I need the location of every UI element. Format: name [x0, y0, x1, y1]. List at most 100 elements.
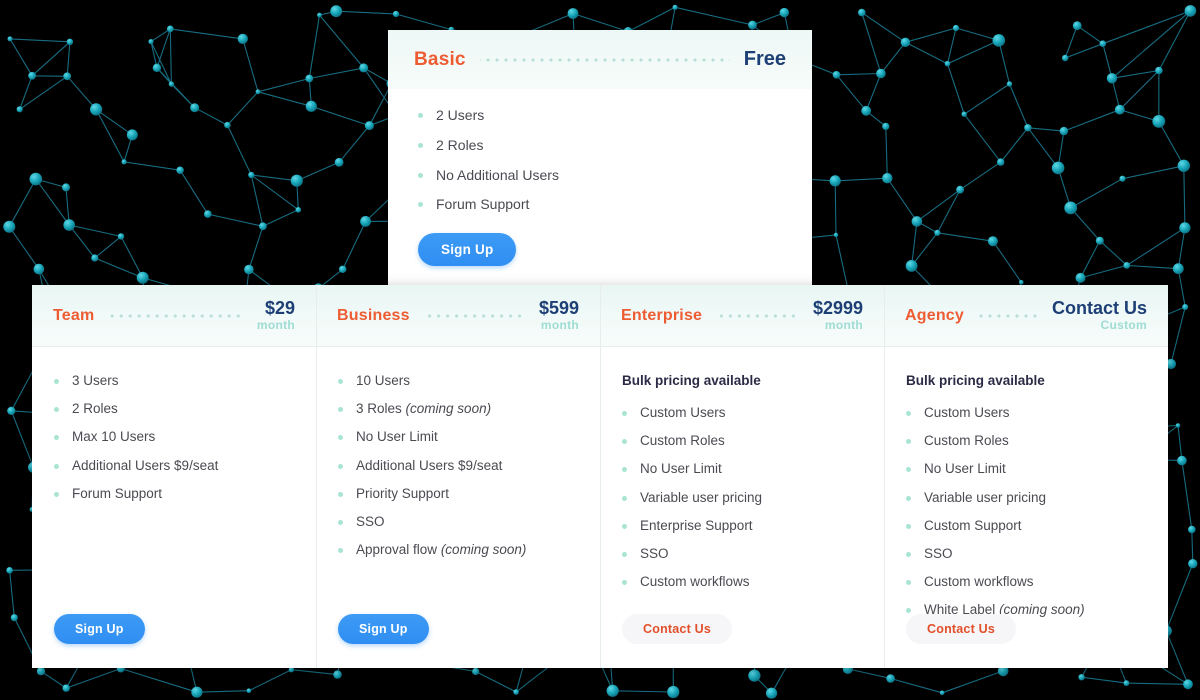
feature-label: 2 Roles — [436, 136, 484, 153]
signup-button-business[interactable]: Sign Up — [338, 614, 429, 644]
bullet-dot — [54, 491, 59, 497]
bullet-dot — [338, 519, 343, 525]
plan-column-team: Team $29 month 3 Users 2 Roles Max 10 Users Ad… — [32, 285, 316, 668]
feature-label: Variable user pricing — [924, 489, 1047, 505]
feature-label: SSO — [356, 513, 385, 529]
featured-signup-button[interactable]: Sign Up — [418, 233, 517, 266]
plan-column-enterprise: Enterprise $2999 month Bulk pricing availab… — [600, 285, 884, 668]
contact-us-button-agency[interactable]: Contact Us — [906, 614, 1016, 644]
bullet-dot — [622, 580, 627, 586]
plan-price: $29 — [264, 297, 295, 318]
bullet-dot — [906, 439, 911, 445]
plan-header: Enterprise $2999 month — [600, 285, 884, 347]
plan-price-wrap: $2999 month — [813, 299, 863, 332]
feature-item: 2 Roles — [418, 137, 786, 154]
featured-plan-price-wrap: Free — [744, 49, 786, 70]
plan-body: Bulk pricing available Custom Users Custom… — [884, 347, 1168, 668]
bullet-dot — [338, 491, 343, 497]
bullet-dot — [338, 407, 343, 413]
bullet-dot — [906, 495, 911, 501]
plan-name: Team — [53, 306, 95, 324]
plan-price-unit: Custom — [1100, 317, 1147, 332]
feature-label: Custom Support — [924, 517, 1022, 533]
feature-item: No Additional Users — [418, 167, 786, 184]
plan-price: $2999 — [812, 297, 863, 318]
feature-item: SSO — [906, 546, 1148, 562]
feature-item: 3 Users — [54, 373, 296, 389]
feature-item: Priority Support — [338, 486, 580, 502]
bullet-dot — [906, 580, 911, 586]
feature-item: Approval flow (coming soon) — [338, 542, 580, 558]
dotted-leader — [423, 313, 525, 318]
bullet-dot — [418, 113, 423, 118]
dotted-leader — [978, 313, 1038, 318]
bullet-dot — [338, 379, 343, 384]
feature-item: No User Limit — [906, 461, 1148, 477]
pricing-page: Basic Free 2 Users 2 Roles No Additional U… — [0, 0, 1200, 700]
feature-item: No User Limit — [338, 429, 580, 445]
feature-label: Custom Roles — [640, 433, 725, 449]
feature-item: Variable user pricing — [906, 490, 1148, 506]
feature-item: Additional Users $9/seat — [338, 458, 580, 474]
bullet-dot — [54, 407, 59, 413]
feature-label: No User Limit — [640, 461, 722, 477]
bullet-dot — [622, 495, 627, 501]
feature-item: Custom Roles — [622, 433, 864, 449]
bullet-dot — [906, 608, 911, 614]
feature-list: 10 Users 3 Roles (coming soon) No User Lim… — [338, 373, 580, 558]
bullet-dot — [906, 551, 911, 557]
bullet-dot — [622, 467, 627, 473]
bulk-pricing-note: Bulk pricing available — [906, 373, 1045, 388]
plan-header: Business $599 month — [316, 285, 600, 347]
feature-label: Custom Users — [640, 405, 726, 420]
feature-item: Custom Roles — [906, 433, 1148, 449]
feature-label: 3 Users — [72, 373, 119, 388]
feature-label: Additional Users $9/seat — [356, 457, 503, 473]
feature-item: SSO — [338, 514, 580, 530]
feature-label: Forum Support — [72, 485, 163, 501]
feature-list: Custom Users Custom Roles No User Limit Var… — [622, 405, 864, 590]
plan-price-wrap: $29 month — [257, 299, 295, 332]
feature-label: No User Limit — [356, 429, 438, 445]
bullet-dot — [418, 142, 423, 148]
bulk-pricing-note: Bulk pricing available — [622, 373, 761, 388]
feature-label: Custom workflows — [924, 574, 1034, 590]
feature-item: 10 Users — [338, 373, 580, 389]
feature-item: No User Limit — [622, 461, 864, 477]
feature-item: Enterprise Support — [622, 518, 864, 534]
feature-item: 3 Roles (coming soon) — [338, 401, 580, 417]
bullet-dot — [338, 463, 343, 469]
bullet-dot — [338, 435, 343, 441]
bullet-dot — [906, 523, 911, 529]
signup-button-team[interactable]: Sign Up — [54, 614, 145, 644]
featured-plan-body: 2 Users 2 Roles No Additional Users Forum S… — [388, 89, 812, 286]
plan-header: Agency Contact Us Custom — [884, 285, 1168, 347]
featured-plan-price: Free — [743, 48, 786, 70]
bullet-dot — [906, 411, 911, 416]
bullet-dot — [622, 551, 627, 557]
bullet-dot — [906, 467, 911, 473]
feature-label: Variable user pricing — [640, 489, 763, 505]
featured-plan-card: Basic Free 2 Users 2 Roles No Additional U… — [388, 30, 812, 286]
feature-label: Max 10 Users — [72, 429, 156, 445]
plan-price: Contact Us — [1051, 297, 1147, 318]
plan-price-unit: month — [256, 317, 295, 332]
dotted-leader — [108, 313, 243, 318]
contact-us-button-enterprise[interactable]: Contact Us — [622, 614, 732, 644]
feature-item: Custom Support — [906, 518, 1148, 534]
plan-price-unit: month — [824, 317, 863, 332]
plan-column-business: Business $599 month 10 Users 3 Roles (coming… — [316, 285, 600, 668]
feature-item: 2 Roles — [54, 401, 296, 417]
bullet-dot — [338, 548, 343, 554]
plan-name: Enterprise — [621, 306, 703, 324]
feature-note: (coming soon) — [440, 542, 527, 558]
feature-item: Forum Support — [54, 486, 296, 502]
feature-list: Custom Users Custom Roles No User Limit Var… — [906, 405, 1148, 619]
feature-label: SSO — [640, 545, 669, 561]
plan-price-unit: month — [540, 317, 579, 332]
feature-label: Forum Support — [436, 196, 530, 213]
plan-price-wrap: Contact Us Custom — [1052, 299, 1147, 332]
feature-item: Custom workflows — [622, 574, 864, 590]
plan-price-wrap: $599 month — [539, 299, 579, 332]
feature-item: Custom Users — [622, 405, 864, 421]
